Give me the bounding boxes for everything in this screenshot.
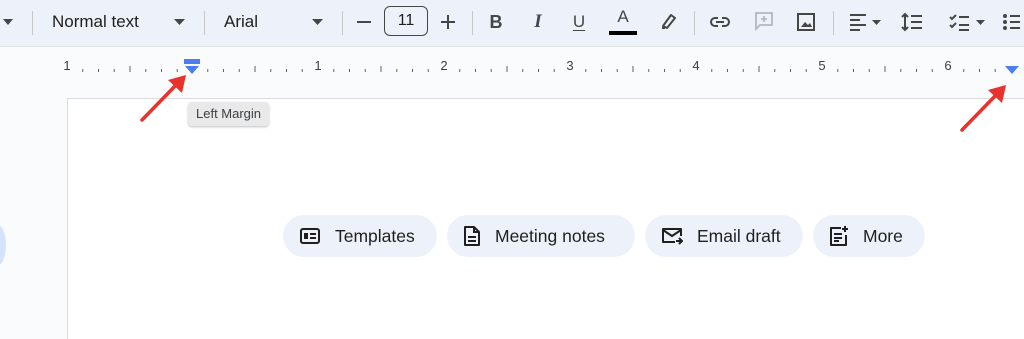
decrease-font-size-button[interactable] <box>352 10 376 34</box>
text-color-button[interactable]: A <box>608 5 638 37</box>
meeting-notes-chip[interactable]: Meeting notes <box>447 215 635 257</box>
ruler-label: 1 <box>63 58 70 73</box>
templates-icon <box>300 228 320 244</box>
text-color-bar <box>609 31 637 35</box>
chip-label: More <box>863 225 903 246</box>
insert-link-button[interactable] <box>706 8 734 36</box>
bulleted-list-button[interactable] <box>1000 8 1024 36</box>
document-icon <box>464 226 480 246</box>
chevron-down-icon <box>174 19 185 25</box>
toolbar-divider <box>694 11 695 35</box>
toolbar-divider <box>833 11 834 35</box>
align-left-icon <box>849 14 866 31</box>
highlighter-icon <box>662 14 676 29</box>
chip-label: Templates <box>335 225 415 246</box>
email-icon <box>662 228 683 245</box>
bold-button[interactable]: B <box>483 8 509 36</box>
ruler: 1 1 2 3 4 5 6 <box>0 47 1024 87</box>
bulleted-list-icon <box>1003 14 1020 30</box>
ruler-label: 6 <box>944 58 951 73</box>
checklist-icon <box>948 14 969 31</box>
insert-image-button[interactable] <box>792 8 820 36</box>
chip-label: Email draft <box>697 225 781 246</box>
minus-icon <box>357 21 371 23</box>
line-spacing-button[interactable] <box>898 8 926 36</box>
add-comment-button[interactable] <box>750 7 778 35</box>
formatting-toolbar: Normal text Arial 11 B I U A <box>0 0 1024 47</box>
font-family-dropdown[interactable]: Arial <box>216 6 330 38</box>
left-margin-marker[interactable] <box>184 59 200 74</box>
text-color-glyph: A <box>617 7 629 26</box>
left-margin-tooltip: Left Margin <box>188 102 270 126</box>
ruler-label: 3 <box>566 58 573 73</box>
ruler-label: 1 <box>314 58 321 73</box>
right-margin-marker[interactable] <box>1005 66 1019 74</box>
toolbar-divider <box>342 11 343 35</box>
zoom-dropdown-caret-icon[interactable] <box>2 14 14 30</box>
toolbar-divider <box>204 11 205 35</box>
underline-button[interactable]: U <box>566 8 592 36</box>
underline-glyph: U <box>572 12 586 31</box>
chevron-down-icon <box>312 19 323 25</box>
ruler-label: 4 <box>692 58 699 73</box>
templates-chip[interactable]: Templates <box>283 215 437 257</box>
toolbar-divider <box>472 11 473 35</box>
font-size-input[interactable]: 11 <box>384 6 428 36</box>
align-dropdown[interactable] <box>842 8 886 36</box>
side-panel-toggle[interactable] <box>0 222 6 268</box>
line-spacing-icon <box>901 12 922 32</box>
chevron-down-icon <box>975 19 985 25</box>
increase-font-size-button[interactable] <box>436 10 460 34</box>
image-icon <box>797 13 815 31</box>
toolbar-divider <box>32 11 33 35</box>
comment-add-icon <box>755 12 773 32</box>
ruler-label: 2 <box>440 58 447 73</box>
checklist-dropdown[interactable] <box>942 8 990 36</box>
italic-button[interactable]: I <box>525 8 551 36</box>
chip-label: Meeting notes <box>495 225 605 246</box>
highlight-color-button[interactable] <box>656 8 682 34</box>
ruler-scale: 1 1 2 3 4 5 6 <box>63 58 1019 74</box>
paragraph-style-value: Normal text <box>52 12 139 31</box>
plus-icon <box>441 15 455 29</box>
link-icon <box>710 17 730 27</box>
note-add-icon <box>830 226 848 246</box>
font-family-value: Arial <box>224 12 259 31</box>
more-chip[interactable]: More <box>813 215 925 257</box>
chevron-down-icon <box>871 19 881 25</box>
ruler-label: 5 <box>818 58 825 73</box>
email-draft-chip[interactable]: Email draft <box>645 215 803 257</box>
paragraph-style-dropdown[interactable]: Normal text <box>44 6 190 38</box>
